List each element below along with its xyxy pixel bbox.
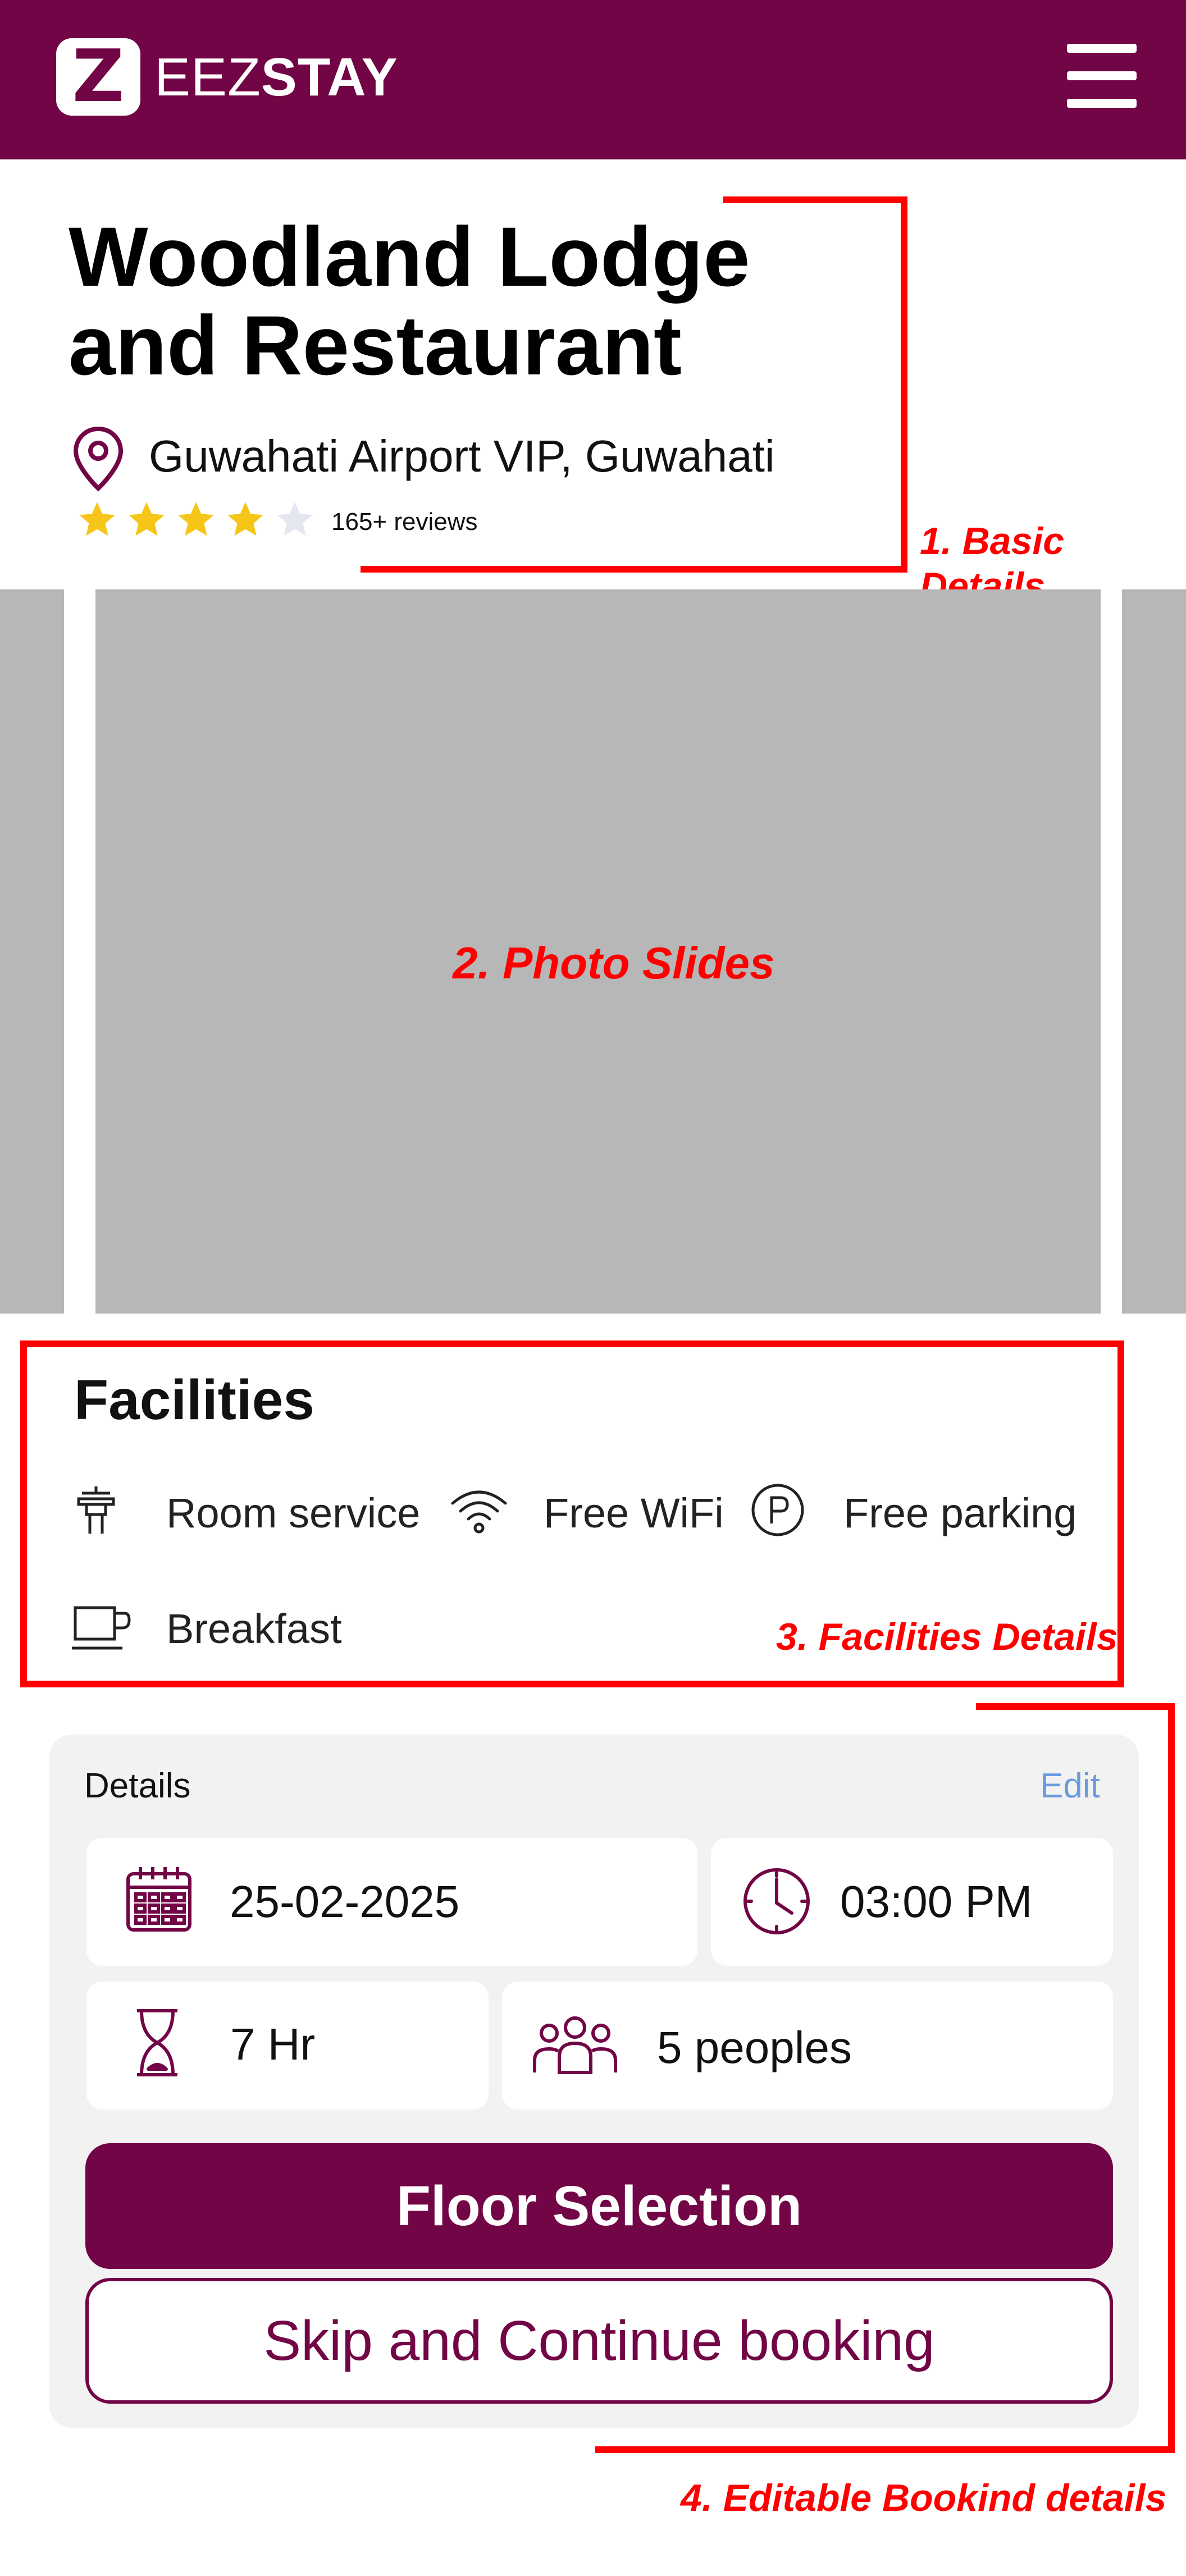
duration-value: 7 Hr <box>230 2019 316 2069</box>
star-filled-icon <box>227 502 263 536</box>
brand-name[interactable]: EEZSTAY <box>154 44 398 111</box>
hamburger-menu-icon[interactable] <box>1067 44 1137 108</box>
brand-name-light: EEZ <box>154 47 261 107</box>
coffee-cup-icon <box>72 1606 131 1650</box>
edit-link[interactable]: Edit <box>1040 1766 1100 1806</box>
facility-label: Room service <box>166 1490 421 1536</box>
hotel-location: Guwahati Airport VIP, Guwahati <box>149 431 775 481</box>
logo-letter: Z <box>72 35 125 118</box>
annotation-box-booking-right <box>1168 1703 1175 2453</box>
hotel-name: Woodland Lodge and Restaurant <box>69 209 750 392</box>
star-empty-icon <box>277 502 313 536</box>
floor-selection-button[interactable]: Floor Selection <box>85 2143 1113 2269</box>
facility-free-wifi: Free WiFi <box>448 1480 729 1536</box>
duration-field[interactable]: 7 Hr <box>86 1982 489 2110</box>
review-count[interactable]: 165+ reviews <box>331 507 477 537</box>
wifi-icon <box>451 1490 507 1534</box>
annotation-box-basic-right <box>901 196 907 573</box>
annotation-box-booking-top <box>976 1703 1175 1710</box>
guests-field[interactable]: 5 peoples <box>502 1982 1113 2110</box>
photo-slide-previous[interactable] <box>0 589 64 1314</box>
time-value: 03:00 PM <box>840 1877 1033 1927</box>
annotation-box-facilities-left <box>20 1340 27 1687</box>
photo-slide-next[interactable] <box>1122 589 1186 1314</box>
app-header: Z EEZSTAY <box>0 0 1186 159</box>
facility-free-parking: Free parking <box>747 1480 1117 1536</box>
skip-continue-booking-button[interactable]: Skip and Continue booking <box>85 2278 1113 2404</box>
calendar-icon <box>126 1867 191 1932</box>
hourglass-icon <box>137 2009 177 2076</box>
facility-room-service: Room service <box>71 1480 420 1536</box>
people-group-icon <box>533 2016 617 2074</box>
annotation-box-basic-top <box>723 196 907 203</box>
star-filled-icon <box>129 502 165 536</box>
annotation-photo-slides: 2. Photo Slides <box>453 938 775 988</box>
parking-icon <box>751 1484 804 1536</box>
annotation-facilities-details: 3. Facilities Details <box>776 1616 1118 1658</box>
star-filled-icon <box>178 502 214 536</box>
annotation-box-facilities-right <box>1117 1340 1124 1687</box>
guests-value: 5 peoples <box>657 2023 852 2072</box>
facilities-title: Facilities <box>74 1369 314 1431</box>
map-pin-icon <box>73 426 124 492</box>
logo-icon[interactable]: Z <box>56 38 140 116</box>
annotation-box-basic-bottom <box>361 566 907 573</box>
facility-label: Breakfast <box>166 1605 342 1652</box>
clock-icon <box>743 1868 810 1934</box>
facility-label: Free parking <box>843 1490 1077 1536</box>
facility-label: Free WiFi <box>544 1490 724 1536</box>
details-label: Details <box>84 1767 191 1805</box>
facility-breakfast: Breakfast <box>71 1595 352 1652</box>
annotation-box-facilities-top <box>20 1340 1124 1347</box>
annotation-booking-details: 4. Editable Bookind details <box>681 2477 1167 2519</box>
date-value: 25-02-2025 <box>230 1877 460 1927</box>
room-service-icon <box>77 1486 115 1534</box>
star-filled-icon <box>79 502 115 536</box>
annotation-box-booking-bottom <box>595 2446 1175 2453</box>
brand-name-bold: STAY <box>261 47 398 107</box>
date-field[interactable]: 25-02-2025 <box>86 1838 697 1966</box>
time-field[interactable]: 03:00 PM <box>711 1838 1113 1966</box>
annotation-box-facilities-bottom <box>20 1681 1124 1687</box>
